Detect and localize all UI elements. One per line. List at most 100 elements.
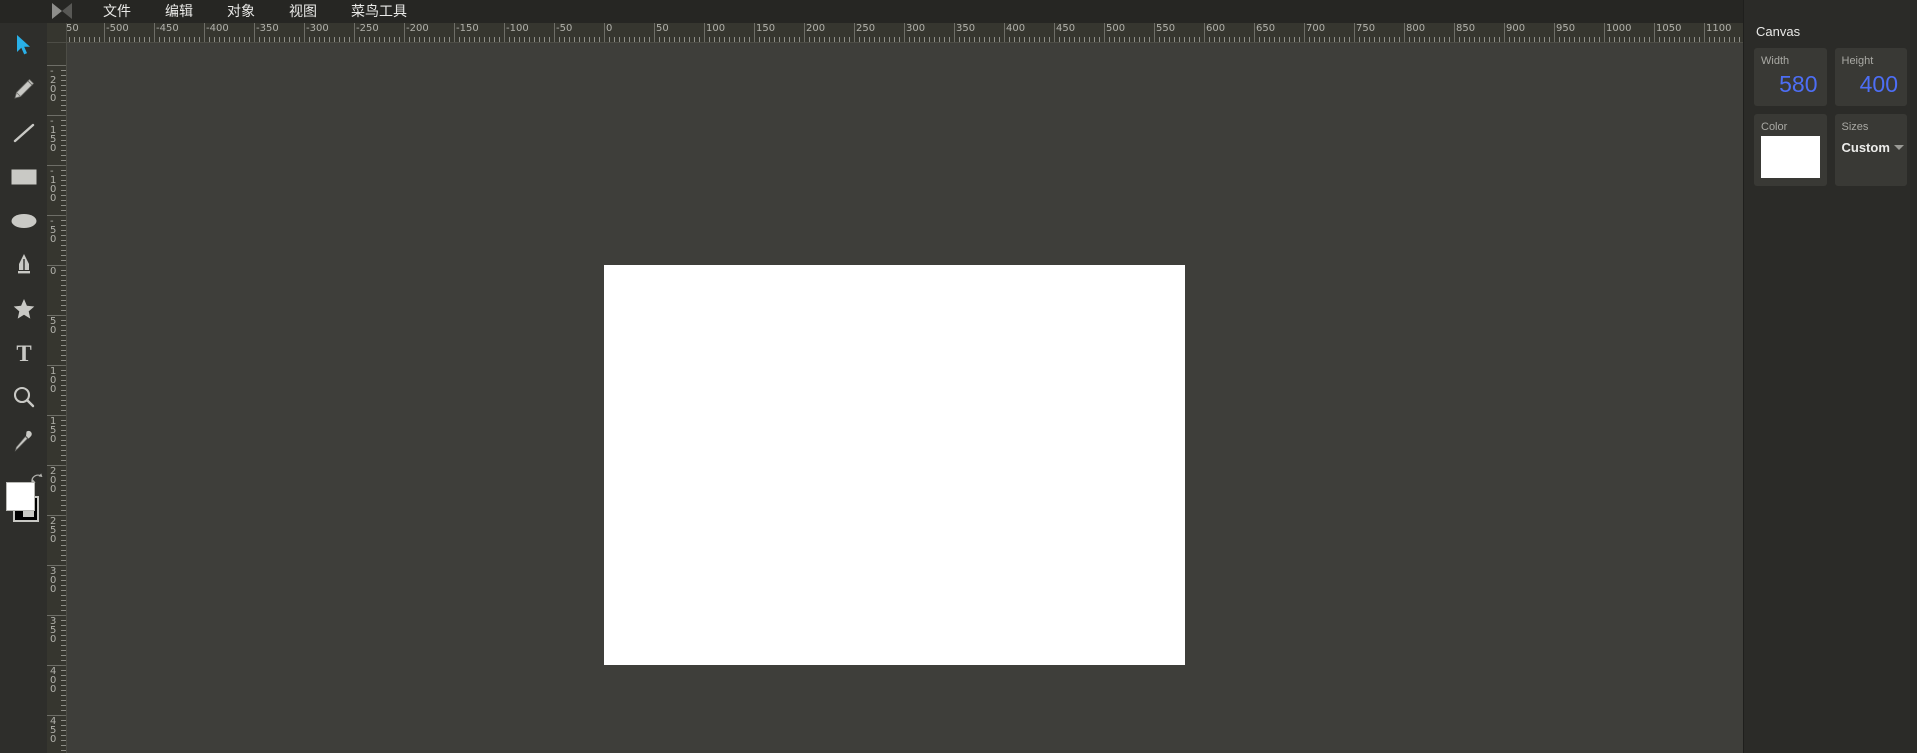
ruler-tick-minor bbox=[1514, 37, 1515, 42]
triangle-logo-icon[interactable] bbox=[52, 3, 72, 20]
ruler-tick-minor bbox=[524, 37, 525, 42]
color-swatches[interactable] bbox=[0, 471, 47, 537]
ruler-tick-minor bbox=[209, 37, 210, 42]
ruler-tick-minor bbox=[1199, 37, 1200, 42]
ruler-tick-minor bbox=[334, 37, 335, 42]
ruler-tick-minor bbox=[61, 740, 66, 741]
ruler-tick-minor bbox=[574, 37, 575, 42]
ruler-tick-minor bbox=[1629, 37, 1630, 42]
menu-edit[interactable]: 编辑 bbox=[154, 0, 204, 23]
ruler-tick-minor bbox=[61, 160, 66, 161]
ruler-tick-minor bbox=[1594, 37, 1595, 42]
ruler-label: 0 bbox=[606, 23, 613, 34]
ruler-tick-minor bbox=[214, 37, 215, 42]
ruler-tick-minor bbox=[61, 335, 66, 336]
ruler-tick-minor bbox=[1274, 37, 1275, 42]
ruler-tick-minor bbox=[1159, 37, 1160, 42]
ruler-label: 400 bbox=[1006, 23, 1026, 34]
vertical-ruler[interactable]: -200 -150 -100 -50 0 50 100 150 200 250 300 350 400 4… bbox=[47, 43, 67, 753]
ruler-label: 400 bbox=[50, 666, 57, 695]
ruler-tick-minor bbox=[1494, 37, 1495, 42]
ruler-label: 900 bbox=[1506, 23, 1526, 34]
ruler-tick-minor bbox=[61, 250, 66, 251]
menu-tools[interactable]: 菜鸟工具 bbox=[340, 0, 418, 23]
ruler-tick-minor bbox=[559, 37, 560, 42]
ruler-tick-minor bbox=[944, 37, 945, 42]
ruler-tick-minor bbox=[624, 37, 625, 42]
ruler-tick-minor bbox=[1239, 37, 1240, 42]
eyedropper-tool[interactable] bbox=[0, 419, 47, 463]
ruler-tick-minor bbox=[61, 745, 66, 746]
height-value[interactable]: 400 bbox=[1842, 70, 1901, 98]
ruler-tick-minor bbox=[61, 310, 66, 311]
ruler-tick-minor bbox=[61, 480, 66, 481]
line-tool[interactable] bbox=[0, 111, 47, 155]
menu-view[interactable]: 视图 bbox=[278, 0, 328, 23]
ruler-tick-minor bbox=[949, 37, 950, 42]
menu-file[interactable]: 文件 bbox=[92, 0, 142, 23]
ruler-tick-minor bbox=[1359, 37, 1360, 42]
ruler-tick-minor bbox=[674, 37, 675, 42]
ruler-tick-minor bbox=[61, 295, 66, 296]
star-tool[interactable] bbox=[0, 287, 47, 331]
canvas-viewport[interactable] bbox=[67, 43, 1743, 753]
canvas-color-swatch[interactable] bbox=[1761, 136, 1820, 178]
ruler-tick-minor bbox=[1624, 37, 1625, 42]
zoom-tool[interactable] bbox=[0, 375, 47, 419]
width-value[interactable]: 580 bbox=[1761, 70, 1820, 98]
ruler-tick-minor bbox=[61, 645, 66, 646]
ruler-tick-minor bbox=[61, 505, 66, 506]
ruler-tick-minor bbox=[869, 37, 870, 42]
ruler-tick-minor bbox=[1564, 37, 1565, 42]
ruler-tick-minor bbox=[1164, 37, 1165, 42]
ruler-tick-minor bbox=[61, 635, 66, 636]
ruler-corner bbox=[47, 23, 67, 43]
ruler-tick-minor bbox=[61, 600, 66, 601]
ruler-label: 200 bbox=[806, 23, 826, 34]
horizontal-ruler[interactable]: -550-500-450-400-350-300-250-200-150-100… bbox=[67, 23, 1743, 43]
color-field[interactable]: Color bbox=[1754, 114, 1827, 186]
ruler-tick-minor bbox=[1469, 37, 1470, 42]
ruler-tick-minor bbox=[61, 390, 66, 391]
menu-object[interactable]: 对象 bbox=[216, 0, 266, 23]
ellipse-tool[interactable] bbox=[0, 199, 47, 243]
ruler-tick-minor bbox=[1299, 37, 1300, 42]
ruler-tick-minor bbox=[379, 37, 380, 42]
ruler-tick-minor bbox=[724, 37, 725, 42]
height-field[interactable]: Height 400 bbox=[1834, 48, 1907, 106]
pencil-tool[interactable] bbox=[0, 67, 47, 111]
ruler-tick-minor bbox=[839, 37, 840, 42]
ruler-tick-minor bbox=[394, 37, 395, 42]
ruler-tick-minor bbox=[61, 490, 66, 491]
sizes-field[interactable]: Sizes Custom bbox=[1834, 114, 1907, 186]
ruler-tick-minor bbox=[144, 37, 145, 42]
ruler-tick-minor bbox=[61, 440, 66, 441]
canvas-page[interactable] bbox=[604, 265, 1185, 665]
ruler-tick-minor bbox=[279, 37, 280, 42]
text-tool[interactable]: T bbox=[0, 331, 47, 375]
ruler-tick-minor bbox=[464, 37, 465, 42]
ruler-tick-minor bbox=[1464, 37, 1465, 42]
ruler-tick-minor bbox=[61, 685, 66, 686]
ruler-tick-minor bbox=[1579, 37, 1580, 42]
ruler-label: 50 bbox=[50, 316, 57, 336]
swap-arrow-icon[interactable] bbox=[30, 473, 44, 487]
pen-tool[interactable] bbox=[0, 243, 47, 287]
ruler-tick-minor bbox=[61, 730, 66, 731]
ruler-tick-minor bbox=[1389, 37, 1390, 42]
rectangle-tool[interactable] bbox=[0, 155, 47, 199]
ruler-tick-minor bbox=[1014, 37, 1015, 42]
ruler-tick-minor bbox=[939, 37, 940, 42]
ruler-tick-minor bbox=[684, 37, 685, 42]
select-tool[interactable] bbox=[0, 23, 47, 67]
ruler-tick-minor bbox=[629, 37, 630, 42]
ruler-tick-minor bbox=[1009, 37, 1010, 42]
ruler-tick-minor bbox=[959, 37, 960, 42]
ruler-tick-minor bbox=[1029, 37, 1030, 42]
sizes-select[interactable]: Custom bbox=[1842, 140, 1904, 155]
ruler-tick-minor bbox=[1419, 37, 1420, 42]
ruler-label: 1000 bbox=[1606, 23, 1632, 34]
ruler-tick-minor bbox=[61, 105, 66, 106]
width-field[interactable]: Width 580 bbox=[1754, 48, 1827, 106]
ruler-tick-minor bbox=[61, 80, 66, 81]
